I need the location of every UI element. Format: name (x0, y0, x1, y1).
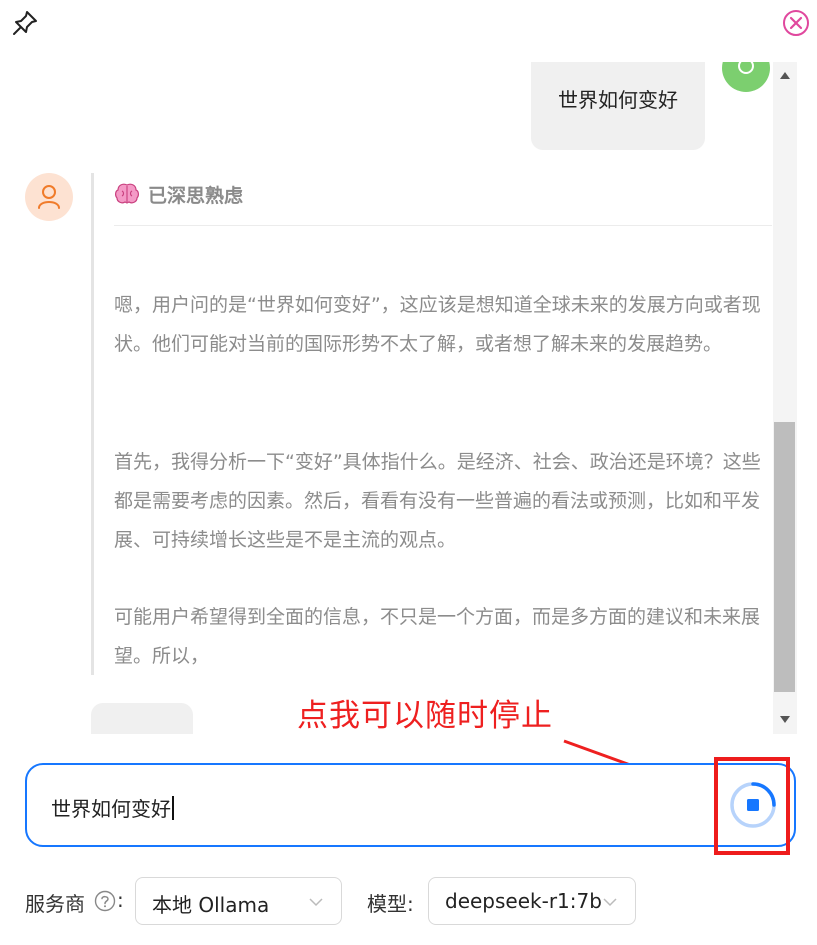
thinking-paragraph: 首先，我得分析一下“变好”具体指什么。是经济、社会、政治还是环境？这些都是需要考… (114, 451, 761, 551)
user-icon (738, 62, 754, 74)
close-icon[interactable] (781, 9, 811, 39)
scroll-up-arrow-icon[interactable] (780, 72, 790, 79)
assistant-answer-bubble (91, 703, 193, 734)
chevron-down-icon (309, 898, 323, 907)
chevron-down-icon (603, 898, 617, 907)
chat-scrollbar[interactable] (773, 62, 797, 734)
chat-input[interactable]: 世界如何变好 (25, 763, 796, 847)
divider (114, 225, 772, 226)
assistant-avatar (25, 173, 73, 221)
user-avatar (722, 62, 770, 92)
chat-input-value: 世界如何变好 (51, 797, 171, 821)
provider-select-value: 本地 Ollama (152, 893, 270, 917)
thinking-quote-bar (91, 173, 94, 675)
brain-icon (115, 183, 139, 204)
user-icon (38, 185, 60, 209)
user-message-text: 世界如何变好 (558, 88, 678, 112)
thinking-header[interactable]: 已深思熟虑 (114, 179, 243, 209)
model-select-value: deepseek-r1:7b (445, 889, 602, 913)
text-caret (172, 796, 174, 820)
help-icon[interactable] (94, 890, 116, 912)
model-label: 模型: (367, 892, 414, 916)
thinking-paragraph: 嗯，用户问的是“世界如何变好”，这应该是想知道全球未来的发展方向或者现状。他们可… (114, 294, 761, 355)
annotation-label: 点我可以随时停止 (297, 698, 553, 734)
provider-colon: : (117, 888, 124, 912)
chat-messages-area: 世界如何变好 已深思熟虑 嗯，用户问的是“世界如何变好”，这应该是想知道全球未来… (0, 62, 797, 734)
provider-label: 服务商 (25, 892, 85, 916)
scrollbar-thumb[interactable] (774, 422, 795, 692)
user-message-bubble: 世界如何变好 (531, 62, 705, 150)
scroll-down-arrow-icon[interactable] (780, 716, 790, 723)
thinking-title: 已深思熟虑 (148, 184, 244, 207)
provider-select[interactable]: 本地 Ollama (135, 877, 342, 925)
annotation-highlight-box (714, 757, 790, 855)
thinking-paragraph: 可能用户希望得到全面的信息，不只是一个方面，而是多方面的建议和未来展望。所以， (114, 606, 761, 667)
model-select[interactable]: deepseek-r1:7b (428, 877, 636, 925)
pin-icon[interactable] (10, 8, 40, 38)
